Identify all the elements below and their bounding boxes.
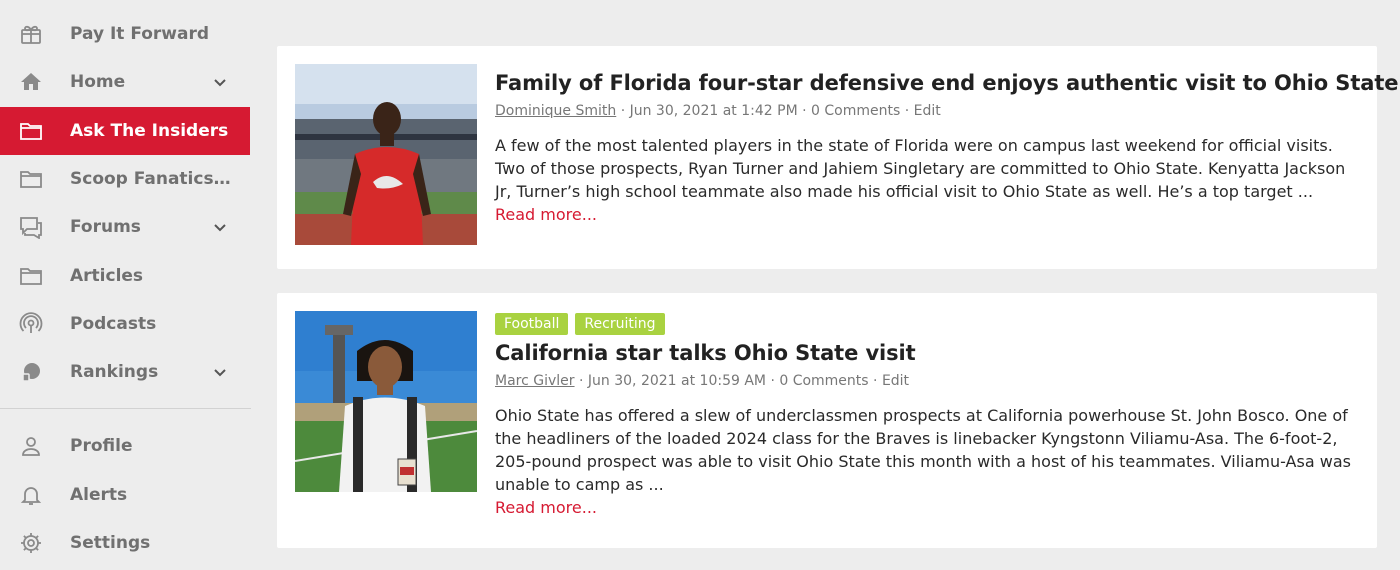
sidebar-item-label: Profile [70, 436, 133, 456]
sidebar-item-scoop-fanatics[interactable]: Scoop Fanatics St... [0, 155, 250, 203]
sidebar-divider [0, 408, 251, 409]
sidebar-item-label: Ask The Insiders [70, 121, 229, 141]
sidebar-item-label: Pay It Forward [70, 24, 210, 44]
sidebar-item-label: Articles [70, 266, 144, 286]
chevron-down-icon[interactable] [212, 74, 228, 90]
sidebar-item-home[interactable]: Home [0, 58, 250, 106]
article-body: Football Recruiting California star talk… [495, 313, 1351, 519]
sidebar-item-settings[interactable]: Settings [0, 519, 250, 567]
sidebar-item-rankings[interactable]: Rankings [0, 348, 250, 396]
home-icon [18, 70, 43, 94]
sidebar: Pay It Forward Home Ask The Insiders Sco… [0, 0, 251, 570]
sidebar-item-ask-the-insiders[interactable]: Ask The Insiders [0, 107, 250, 155]
article-meta: Dominique Smith · Jun 30, 2021 at 1:42 P… [495, 103, 1347, 119]
read-more-link[interactable]: Read more... [495, 203, 1347, 226]
article-meta-text: · Jun 30, 2021 at 10:59 AM · 0 Comments … [574, 373, 882, 389]
sidebar-item-alerts[interactable]: Alerts [0, 471, 250, 519]
gift-icon [18, 22, 43, 46]
article-excerpt: A few of the most talented players in th… [495, 136, 1346, 201]
chevron-down-icon[interactable] [212, 219, 228, 235]
article-card: Football Recruiting California star talk… [277, 293, 1377, 548]
podcast-icon [18, 312, 43, 336]
article-card: Family of Florida four-star defensive en… [277, 46, 1399, 269]
chat-icon [18, 215, 43, 239]
user-icon [18, 434, 43, 458]
sidebar-item-pay-it-forward[interactable]: Pay It Forward [0, 10, 250, 58]
edit-link[interactable]: Edit [882, 373, 909, 389]
bell-icon [18, 483, 43, 507]
article-body: Family of Florida four-star defensive en… [495, 71, 1399, 226]
sidebar-item-forums[interactable]: Forums [0, 203, 250, 251]
sidebar-item-label: Forums [70, 217, 141, 237]
folder-icon [18, 119, 43, 143]
article-title[interactable]: California star talks Ohio State visit [495, 341, 1347, 365]
sidebar-item-podcasts[interactable]: Podcasts [0, 300, 250, 348]
article-thumbnail[interactable] [295, 311, 477, 492]
sidebar-item-articles[interactable]: Articles [0, 252, 250, 300]
folder-icon [18, 264, 43, 288]
tag-football[interactable]: Football [495, 313, 569, 335]
author-link[interactable]: Marc Givler [495, 373, 575, 389]
sidebar-item-label: Rankings [70, 362, 159, 382]
article-title[interactable]: Family of Florida four-star defensive en… [495, 71, 1399, 95]
edit-link[interactable]: Edit [914, 103, 941, 119]
chevron-down-icon[interactable] [212, 364, 228, 380]
tag-list: Football Recruiting [495, 313, 1347, 335]
author-link[interactable]: Dominique Smith [495, 103, 616, 119]
article-thumbnail[interactable] [295, 64, 477, 245]
article-meta: Marc Givler · Jun 30, 2021 at 10:59 AM ·… [495, 373, 1347, 389]
sidebar-item-profile[interactable]: Profile [0, 422, 250, 470]
article-excerpt: Ohio State has offered a slew of undercl… [495, 406, 1351, 494]
article-meta-text: · Jun 30, 2021 at 1:42 PM · 0 Comments · [616, 103, 914, 119]
sidebar-item-label: Scoop Fanatics St... [70, 169, 235, 189]
folder-icon [18, 167, 43, 191]
sidebar-item-label: Settings [70, 533, 151, 553]
sidebar-item-label: Podcasts [70, 314, 157, 334]
rankings-icon [18, 360, 43, 384]
gear-icon [18, 531, 43, 555]
read-more-link[interactable]: Read more... [495, 496, 1347, 519]
tag-recruiting[interactable]: Recruiting [575, 313, 665, 335]
sidebar-item-label: Home [70, 72, 126, 92]
sidebar-item-label: Alerts [70, 485, 128, 505]
